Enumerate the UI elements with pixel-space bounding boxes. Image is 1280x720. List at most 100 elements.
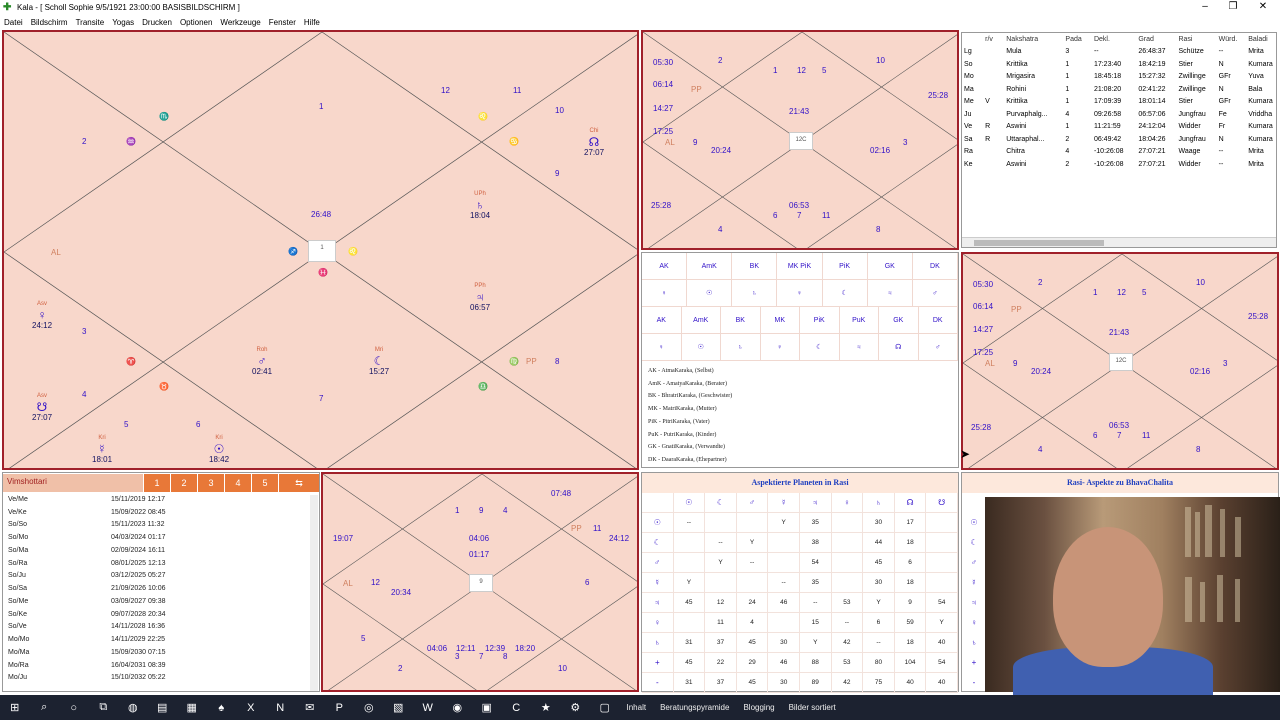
aspect-cell: --	[863, 633, 895, 653]
table-row[interactable]: So Krittika 1 17:23:40 18:42:19 Stier N Kumara	[962, 58, 1278, 71]
list-item[interactable]: So/Mo 04/03/2024 01:17	[3, 531, 319, 544]
taskbar-app-icon[interactable]: ✉	[295, 695, 325, 720]
table-row[interactable]: Ju Purvaphalg... 4 09:26:58 06:57:06 Jungfrau…	[962, 108, 1278, 121]
taskbar-app-icon[interactable]: C	[502, 695, 532, 720]
dasha-level-tab-2[interactable]: 2	[170, 474, 197, 492]
list-item[interactable]: So/Ra 08/01/2025 12:13	[3, 557, 319, 570]
aspect-cell: 80	[863, 653, 895, 673]
rasi-planet-jupiter[interactable]: PPh ♃ 06:57	[470, 282, 490, 312]
list-item[interactable]: Mo/Mo 14/11/2029 22:25	[3, 633, 319, 646]
taskbar-item-inhalt[interactable]: Inhalt	[620, 703, 654, 712]
taskbar-app-icon[interactable]: ○	[59, 695, 89, 720]
horizontal-scrollbar[interactable]	[962, 237, 1276, 247]
table-row[interactable]: Ma Rohini 1 21:08:20 02:41:22 Zwillinge N Bala	[962, 83, 1278, 96]
rasi-planet-venus[interactable]: Asv ♀ 24:12	[32, 300, 52, 330]
ketu-icon: ☋	[36, 400, 48, 414]
list-item[interactable]: Mo/Ma 15/09/2030 07:15	[3, 646, 319, 659]
taskbar-app-icon[interactable]: P	[325, 695, 355, 720]
taskbar-app-icon[interactable]: ▢	[590, 695, 620, 720]
rasi-planet-mercury[interactable]: Kri ☿ 18:01	[92, 434, 112, 464]
list-item[interactable]: So/Ju 03/12/2025 05:27	[3, 570, 319, 583]
taskbar-item-blogging[interactable]: Blogging	[736, 703, 781, 712]
list-item[interactable]: So/Ke 09/07/2028 20:34	[3, 608, 319, 621]
rasi-planet-sun[interactable]: Kri ☉ 18:42	[209, 434, 229, 464]
taskbar-app-icon[interactable]: ⊞	[0, 695, 30, 720]
scrollbar-thumb[interactable]	[974, 240, 1104, 246]
dasha-level-tab-4[interactable]: 4	[224, 474, 251, 492]
list-item[interactable]: Mo/Ju 15/10/2032 05:22	[3, 672, 319, 685]
menu-transite[interactable]: Transite	[72, 18, 109, 27]
dasha-level-tab-3[interactable]: 3	[197, 474, 224, 492]
dasha-level-tab-1[interactable]: 1	[143, 474, 170, 492]
navamsa-chart[interactable]: 12C 2 1 12 5 10 9 3 4 6 7 11 8 AL PP 05:…	[641, 30, 959, 250]
taskbar-app-icon[interactable]: ♠	[207, 695, 237, 720]
taskbar-app-icon[interactable]: ▧	[384, 695, 414, 720]
taskbar-app-icon[interactable]: ⚙	[561, 695, 591, 720]
menu-werkzeuge[interactable]: Werkzeuge	[216, 18, 264, 27]
menu-optionen[interactable]: Optionen	[176, 18, 216, 27]
navigate-arrows-icon[interactable]: ⇆	[278, 474, 319, 492]
menu-drucken[interactable]: Drucken	[138, 18, 176, 27]
taskbar-app-icon[interactable]: ◎	[354, 695, 384, 720]
aspect-row-label: ♂	[971, 558, 977, 567]
taskbar-app-icon[interactable]: ▤	[148, 695, 178, 720]
list-item[interactable]: Mo/Ra 16/04/2031 08:39	[3, 659, 319, 672]
taskbar-app-icon[interactable]: ⧉	[89, 695, 119, 720]
menu-yogas[interactable]: Yogas	[108, 18, 138, 27]
list-item[interactable]: So/Sa 21/09/2026 10:06	[3, 582, 319, 595]
table-row[interactable]: Sa R Uttaraphal... 2 06:49:42 18:04:26 Jungfra…	[962, 133, 1278, 146]
rasi-planet-ketu[interactable]: Asv ☋ 27:07	[32, 392, 52, 422]
taskbar-app-icon[interactable]: ▣	[472, 695, 502, 720]
chalita-chart[interactable]: 12C 2 1 12 5 10 9 3 4 6 7 11 8 AL PP 05:…	[961, 252, 1279, 470]
dasamsa-chart[interactable]: 9 1 9 4 12 11 6 2 3 5 7 8 10 AL PP 07:48…	[321, 472, 639, 692]
col-header: Rasi	[1178, 35, 1193, 43]
rasi-planet-saturn[interactable]: UPh ♄ 18:04	[470, 190, 490, 220]
taskbar-app-icon[interactable]: X	[236, 695, 266, 720]
taskbar-item-beratungspyramide[interactable]: Beratungspyramide	[653, 703, 736, 712]
table-row[interactable]: Ve R Aswini 1 11:21:59 24:12:04 Widder Fr Kumara	[962, 121, 1278, 134]
dasamsa-value: 18:20	[515, 644, 536, 653]
table-cell: 15:27:32	[1138, 73, 1166, 81]
menu-hilfe[interactable]: Hilfe	[300, 18, 324, 27]
taskbar-app-icon[interactable]: N	[266, 695, 296, 720]
rasi-planet-rahu[interactable]: Chi ☊ 27:07	[584, 127, 604, 157]
karaka-label: GK	[879, 307, 919, 334]
taskbar-item-bilder-sortiert[interactable]: Bilder sortiert	[782, 703, 843, 712]
vertical-scrollbar[interactable]	[310, 495, 318, 691]
dasha-level-tab-5[interactable]: 5	[251, 474, 278, 492]
close-button[interactable]: ✕	[1248, 0, 1278, 15]
list-item[interactable]: So/Ve 14/11/2028 16:36	[3, 621, 319, 634]
list-item[interactable]: So/Ma 02/09/2024 16:11	[3, 544, 319, 557]
rasi-chart[interactable]: 1 1 2 3 4 5 6 7 8 9 10 11 12 26:48 AL PP…	[2, 30, 639, 470]
aspect-cell: 6	[894, 553, 927, 573]
col-header: Pada	[1065, 35, 1082, 43]
list-item[interactable]: Ve/Me 15/11/2019 12:17	[3, 493, 319, 506]
list-item[interactable]: Ve/Ke 15/09/2022 08:45	[3, 506, 319, 519]
list-item[interactable]: So/Me 03/09/2027 09:38	[3, 595, 319, 608]
list-item[interactable]: So/So 15/11/2023 11:32	[3, 519, 319, 532]
table-row[interactable]: Mo Mrigasira 1 18:45:18 15:27:32 Zwillinge GFr…	[962, 71, 1278, 84]
table-row[interactable]: Ra Chitra 4 -10:26:08 27:07:21 Waage -- Mrita	[962, 146, 1278, 159]
table-row[interactable]: Me V Krittika 1 17:09:39 18:01:14 Stier GFr Kuma…	[962, 96, 1278, 109]
minimize-button[interactable]: –	[1190, 0, 1220, 15]
taskbar-app-icon[interactable]: ⌕	[30, 695, 60, 720]
taskbar-app-icon[interactable]: ▦	[177, 695, 207, 720]
legend-item: MK - MatriKaraka, (Mutter)	[648, 406, 717, 413]
taskbar-app-icon[interactable]: ◍	[118, 695, 148, 720]
taskbar-app-icon[interactable]: ◉	[443, 695, 473, 720]
maximize-button[interactable]: ❐	[1218, 0, 1248, 15]
table-row[interactable]: Ke Aswini 2 -10:26:08 27:07:21 Widder -- Mrita	[962, 158, 1278, 171]
menu-bildschirm[interactable]: Bildschirm	[27, 18, 72, 27]
rasi-planet-mars[interactable]: Roh ♂ 02:41	[252, 346, 272, 376]
aspect-cell: 42	[831, 633, 864, 653]
table-row[interactable]: Lg Mula 3 -- 26:48:37 Schütze -- Mrita	[962, 46, 1278, 59]
aspect-cell: 45	[736, 673, 769, 693]
table-cell: 1	[1065, 85, 1070, 93]
rasi-planet-moon[interactable]: Mri ☾ 15:27	[369, 346, 389, 376]
menu-fenster[interactable]: Fenster	[265, 18, 300, 27]
menu-bar: Datei Bildschirm Transite Yogas Drucken …	[0, 15, 1280, 29]
taskbar-app-icon[interactable]: ★	[531, 695, 561, 720]
menu-datei[interactable]: Datei	[0, 18, 27, 27]
taskbar-app-icon[interactable]: W	[413, 695, 443, 720]
table-cell: Widder	[1178, 160, 1201, 168]
